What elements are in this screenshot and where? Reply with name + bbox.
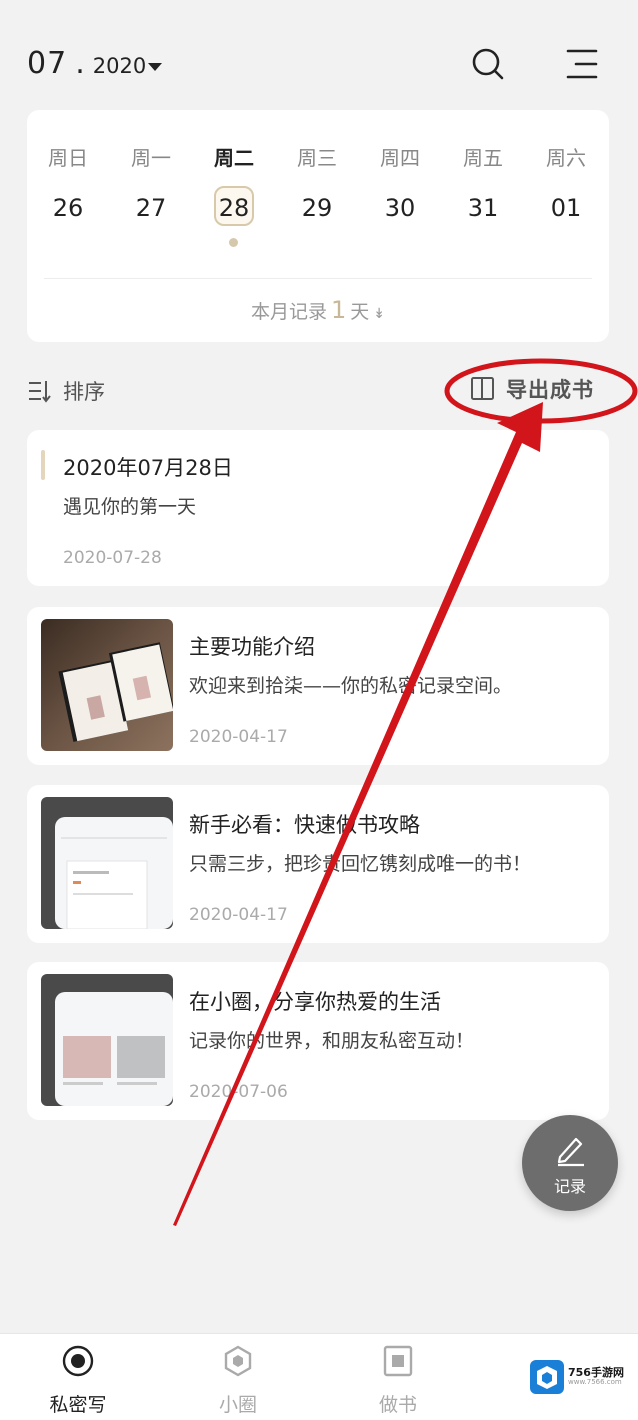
export-book-label: 导出成书	[506, 378, 594, 402]
month-value: 07	[27, 46, 68, 81]
day-29[interactable]: 29	[287, 194, 347, 222]
nav-label: 做书	[378, 1394, 417, 1416]
sort-label: 排序	[63, 380, 105, 404]
entry-card[interactable]: 新手必看：快速做书攻略 只需三步，把珍贵回忆镌刻成唯一的书！ 2020-04-1…	[27, 785, 609, 943]
calendar-divider	[44, 278, 592, 279]
record-fab-label: 记录	[553, 1177, 586, 1196]
day-27[interactable]: 27	[121, 194, 181, 222]
entry-thumbnail	[41, 797, 173, 929]
week-calendar: 周日 周一 周二 周三 周四 周五 周六 26 27 28 29 30 31 0…	[27, 110, 609, 342]
summary-suffix: 天	[350, 301, 370, 323]
entry-title: 在小圈，分享你热爱的生活	[189, 990, 441, 1014]
nav-label: 小圈	[218, 1394, 257, 1416]
month-selector[interactable]: 07 . 2020	[27, 46, 162, 81]
day-26[interactable]: 26	[38, 194, 98, 222]
nav-circle[interactable]: 小圈	[183, 1344, 293, 1417]
site-watermark: 756手游网 www.7566.com	[530, 1360, 624, 1394]
entry-date: 2020-04-17	[189, 905, 288, 925]
search-button[interactable]	[468, 44, 508, 84]
summary-count: 1	[330, 296, 347, 324]
entry-date: 2020-07-06	[189, 1082, 288, 1102]
weekday-mon: 周一	[131, 146, 171, 170]
menu-icon	[566, 49, 598, 79]
book-icon	[471, 377, 494, 400]
pencil-icon	[557, 1137, 584, 1167]
year-value: 2020	[92, 54, 147, 78]
summary-prefix: 本月记录	[250, 301, 327, 323]
search-icon	[472, 48, 504, 80]
day-28[interactable]: 28	[204, 194, 264, 222]
hexagon-icon	[224, 1345, 252, 1377]
record-fab-button[interactable]: 记录	[522, 1115, 618, 1211]
nav-make-book[interactable]: 做书	[343, 1344, 453, 1417]
entry-description: 记录你的世界，和朋友私密互动！	[189, 1030, 475, 1052]
entry-description: 欢迎来到拾柒——你的私密记录空间。	[189, 675, 513, 697]
weekday-sat: 周六	[546, 146, 586, 170]
entry-title: 主要功能介绍	[189, 635, 315, 659]
header: 07 . 2020	[0, 0, 638, 110]
menu-button[interactable]	[562, 44, 602, 84]
book-square-icon	[383, 1345, 413, 1377]
expand-chevron-icon: ↡	[373, 306, 386, 322]
weekday-thu: 周四	[380, 146, 420, 170]
entry-description: 只需三步，把珍贵回忆镌刻成唯一的书！	[189, 853, 532, 875]
nav-private-write[interactable]: 私密写	[23, 1344, 133, 1417]
watermark-text: 756手游网	[568, 1366, 624, 1380]
weekday-tue: 周二	[214, 146, 254, 170]
day-31[interactable]: 31	[453, 194, 513, 222]
record-circle-icon	[62, 1345, 94, 1377]
record-indicator-dot	[229, 238, 238, 247]
weekday-sun: 周日	[48, 146, 88, 170]
date-separator: .	[75, 46, 85, 81]
caret-down-icon	[148, 63, 162, 71]
entry-title: 2020年07月28日	[63, 456, 233, 480]
weekday-wed: 周三	[297, 146, 337, 170]
entry-thumbnail	[41, 619, 173, 751]
entry-card[interactable]: 2020年07月28日 遇见你的第一天 2020-07-28	[27, 430, 609, 586]
watermark-url: www.7566.com	[568, 1378, 622, 1387]
weekday-fri: 周五	[463, 146, 503, 170]
entry-date: 2020-04-17	[189, 727, 288, 747]
sort-button[interactable]: 排序	[27, 376, 105, 406]
watermark-logo-icon	[530, 1360, 564, 1394]
entry-card[interactable]: 主要功能介绍 欢迎来到拾柒——你的私密记录空间。 2020-04-17	[27, 607, 609, 765]
sort-icon	[29, 381, 51, 403]
nav-label: 私密写	[49, 1394, 107, 1416]
day-01[interactable]: 01	[536, 194, 596, 222]
entry-thumbnail	[41, 974, 173, 1106]
month-summary[interactable]: 本月记录 1 天 ↡	[27, 296, 609, 324]
entry-accent-bar	[41, 450, 45, 480]
entry-date: 2020-07-28	[63, 548, 162, 568]
entry-description: 遇见你的第一天	[63, 496, 197, 518]
day-30[interactable]: 30	[370, 194, 430, 222]
entry-card[interactable]: 在小圈，分享你热爱的生活 记录你的世界，和朋友私密互动！ 2020-07-06	[27, 962, 609, 1120]
export-book-button[interactable]: 导出成书	[470, 374, 594, 404]
entry-title: 新手必看：快速做书攻略	[189, 813, 420, 837]
